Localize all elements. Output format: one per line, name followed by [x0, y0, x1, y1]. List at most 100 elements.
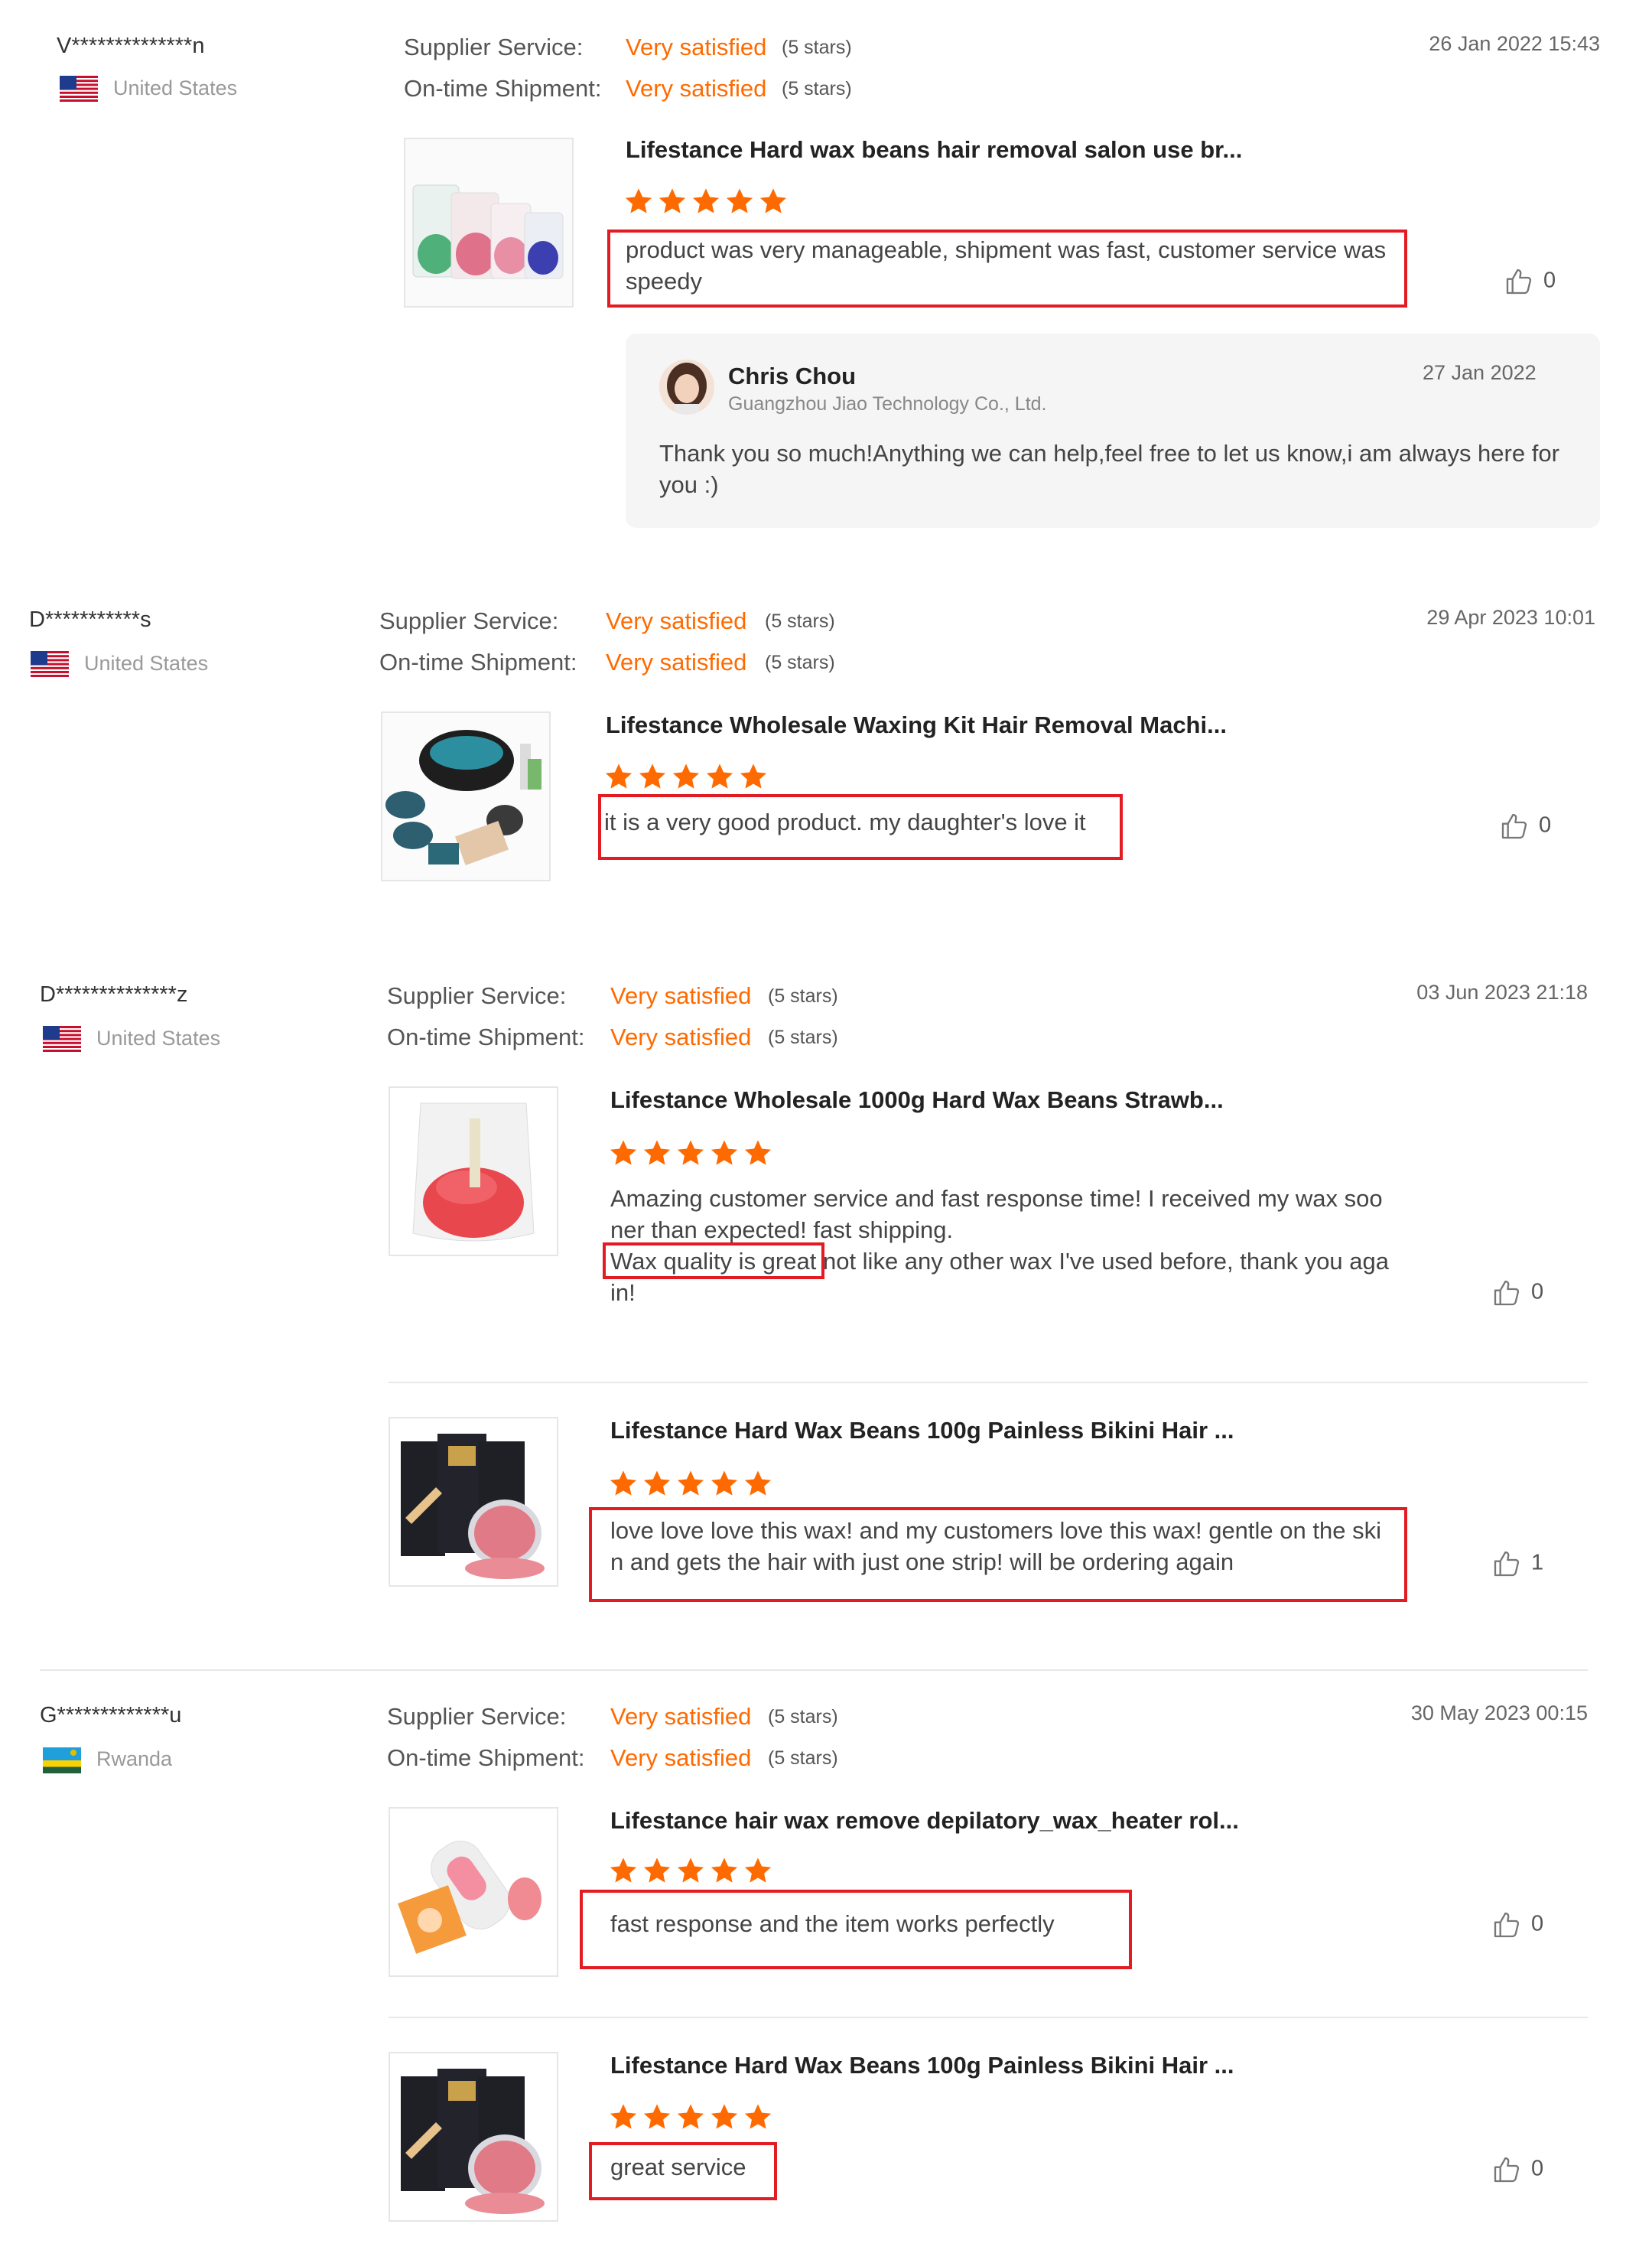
- star-icon: [710, 1856, 739, 1885]
- star-icon: [739, 762, 768, 791]
- review-date: 03 Jun 2023 21:18: [1416, 981, 1588, 1004]
- review-comment-line: Amazing customer service and fast respon…: [610, 1185, 1383, 1212]
- replier-name: Chris Chou: [728, 363, 857, 389]
- reviewer-name: G*************u: [40, 1703, 182, 1727]
- reviewer-name: D***********s: [29, 607, 151, 632]
- reviewer-name: V**************n: [57, 34, 205, 58]
- product-thumbnail[interactable]: [404, 138, 574, 308]
- shipment-value: Very satisfied: [626, 75, 767, 102]
- product-thumbnail[interactable]: [389, 1086, 558, 1256]
- like-button[interactable]: 0: [1499, 811, 1551, 842]
- like-count: 0: [1539, 812, 1552, 838]
- star-icon: [604, 762, 633, 791]
- thumbs-up-icon: [1491, 1548, 1522, 1579]
- supplier-service-stars: (5 stars): [782, 37, 852, 58]
- product-title-link[interactable]: Lifestance Wholesale Waxing Kit Hair Rem…: [606, 711, 1227, 739]
- product-title-link[interactable]: Lifestance hair wax remove depilatory_wa…: [610, 1807, 1239, 1835]
- product-title-link[interactable]: Lifestance Hard Wax Beans 100g Painless …: [610, 1417, 1234, 1444]
- thumbs-up-icon: [1499, 811, 1530, 842]
- shipment-stars: (5 stars): [765, 652, 835, 673]
- review-comment: love love love this wax! and my customer…: [610, 1517, 1381, 1575]
- product-thumbnail[interactable]: [389, 2052, 558, 2222]
- shipment-label: On-time Shipment:: [387, 1024, 585, 1050]
- star-icon: [642, 1856, 672, 1885]
- star-icon: [624, 187, 653, 216]
- star-icon: [609, 1856, 638, 1885]
- star-icon: [743, 1856, 772, 1885]
- product-title-link[interactable]: Lifestance Wholesale 1000g Hard Wax Bean…: [610, 1086, 1224, 1114]
- review-divider: [40, 1669, 1588, 1671]
- reply-text: Thank you so much!Anything we can help,f…: [659, 440, 1559, 498]
- review-comment: fast response and the item works perfect…: [610, 1910, 1055, 1937]
- rating-stars: [609, 1138, 777, 1171]
- shipment-value: Very satisfied: [610, 1744, 752, 1771]
- review-date: 29 Apr 2023 10:01: [1426, 606, 1595, 629]
- star-icon: [642, 1469, 672, 1498]
- item-divider: [389, 2017, 1588, 2018]
- avatar: [659, 360, 714, 415]
- rating-stars: [609, 1469, 777, 1502]
- rating-stars: [609, 2102, 777, 2135]
- star-icon: [676, 1856, 705, 1885]
- like-button[interactable]: 0: [1504, 266, 1556, 297]
- like-count: 0: [1543, 268, 1556, 293]
- highlight-box: [603, 1242, 824, 1279]
- star-icon: [609, 1469, 638, 1498]
- replier-company: Guangzhou Jiao Technology Co., Ltd.: [728, 393, 1047, 415]
- like-button[interactable]: 1: [1491, 1548, 1543, 1579]
- product-thumbnail[interactable]: [389, 1807, 558, 1977]
- review-comment-line: ner than expected! fast shipping.: [610, 1216, 954, 1243]
- supplier-service-value: Very satisfied: [610, 982, 752, 1009]
- like-button[interactable]: 0: [1491, 2154, 1543, 2185]
- rating-stars: [624, 187, 792, 220]
- review-comment: great service: [610, 2154, 746, 2180]
- review-date: 26 Jan 2022 15:43: [1429, 32, 1600, 55]
- review-comment-line: in!: [610, 1279, 636, 1306]
- like-button[interactable]: 0: [1491, 1910, 1543, 1940]
- shipment-value: Very satisfied: [606, 649, 747, 676]
- reply-date: 27 Jan 2022: [1423, 361, 1537, 384]
- shipment-stars: (5 stars): [768, 1027, 838, 1048]
- star-icon: [691, 187, 720, 216]
- star-icon: [658, 187, 687, 216]
- reviewer-name: D**************z: [40, 982, 188, 1007]
- shipment-value: Very satisfied: [610, 1024, 752, 1050]
- reviewer-country: Rwanda: [96, 1747, 173, 1770]
- supplier-service-label: Supplier Service:: [387, 1703, 567, 1730]
- us-flag-icon: [43, 1026, 81, 1052]
- supplier-service-label: Supplier Service:: [387, 982, 567, 1009]
- item-divider: [389, 1382, 1588, 1383]
- star-icon: [705, 762, 734, 791]
- shipment-label: On-time Shipment:: [387, 1744, 585, 1771]
- reviewer-country: United States: [84, 652, 209, 675]
- us-flag-icon: [31, 651, 69, 677]
- thumbs-up-icon: [1491, 1910, 1522, 1940]
- supplier-service-label: Supplier Service:: [404, 34, 584, 60]
- supplier-service-stars: (5 stars): [765, 611, 835, 632]
- product-title-link[interactable]: Lifestance Hard wax beans hair removal s…: [626, 136, 1242, 164]
- reviewer-country: United States: [96, 1027, 221, 1050]
- product-thumbnail[interactable]: [389, 1417, 558, 1587]
- star-icon: [638, 762, 667, 791]
- star-icon: [672, 762, 701, 791]
- star-icon: [676, 1469, 705, 1498]
- star-icon: [743, 1469, 772, 1498]
- star-icon: [676, 1138, 705, 1167]
- star-icon: [743, 2102, 772, 2131]
- star-icon: [609, 2102, 638, 2131]
- review-date: 30 May 2023 00:15: [1410, 1701, 1588, 1724]
- star-icon: [676, 2102, 705, 2131]
- like-count: 0: [1531, 1911, 1544, 1936]
- like-count: 0: [1531, 1279, 1544, 1304]
- like-button[interactable]: 0: [1491, 1278, 1543, 1308]
- star-icon: [710, 2102, 739, 2131]
- star-icon: [759, 187, 788, 216]
- like-count: 1: [1531, 1550, 1544, 1575]
- review-comment: product was very manageable, shipment wa…: [626, 236, 1387, 295]
- review-comment: it is a very good product. my daughter's…: [604, 809, 1086, 835]
- comment-rest: not like any other wax I've used before,…: [816, 1248, 1390, 1275]
- thumbs-up-icon: [1491, 2154, 1522, 2185]
- product-title-link[interactable]: Lifestance Hard Wax Beans 100g Painless …: [610, 2052, 1234, 2079]
- product-thumbnail[interactable]: [381, 711, 551, 881]
- supplier-service-stars: (5 stars): [768, 1706, 838, 1727]
